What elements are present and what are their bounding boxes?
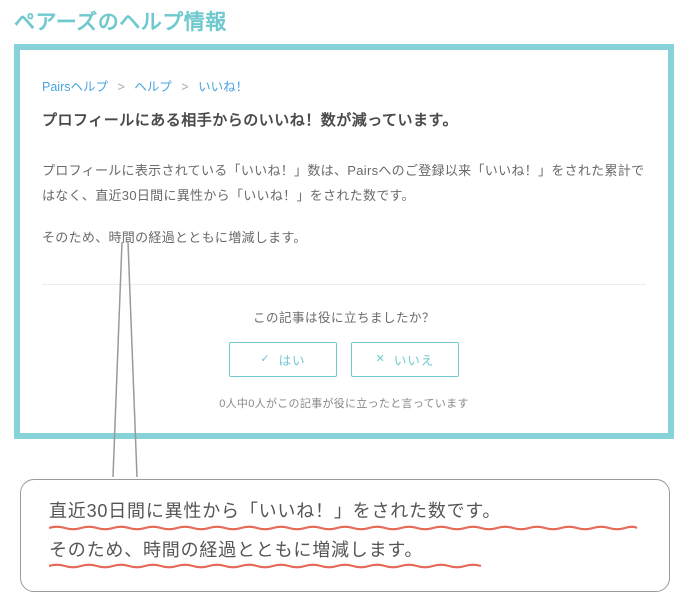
article-title: プロフィールにある相手からのいいね！数が減っています。 <box>42 109 646 130</box>
breadcrumb-root[interactable]: Pairsヘルプ <box>42 80 108 94</box>
breadcrumb-help[interactable]: ヘルプ <box>134 80 172 94</box>
feedback-buttons: ✓ はい ✕ いいえ <box>42 342 646 377</box>
article-body: プロフィールに表示されている「いいね！」数は、Pairsへのご登録以来「いいね！… <box>42 158 646 250</box>
yes-button[interactable]: ✓ はい <box>229 342 337 377</box>
feedback-section: この記事は役に立ちましたか？ ✓ はい ✕ いいえ 0人中0人がこの記事が役に立… <box>42 307 646 411</box>
callout-line-1: 直近30日間に異性から「いいね！」をされた数です。 <box>49 501 501 521</box>
page-title: ペアーズのヘルプ情報 <box>0 0 689 44</box>
divider <box>42 284 646 285</box>
no-button[interactable]: ✕ いいえ <box>351 342 459 377</box>
feedback-count: 0人中0人がこの記事が役に立ったと言っています <box>42 395 646 411</box>
breadcrumb-sep-icon: > <box>117 80 124 94</box>
underline-icon <box>49 525 651 529</box>
callout-bubble: 直近30日間に異性から「いいね！」をされた数です。 そのため、時間の経過とともに… <box>20 479 670 592</box>
feedback-question: この記事は役に立ちましたか？ <box>42 307 646 326</box>
help-box: Pairsヘルプ > ヘルプ > いいね！ プロフィールにある相手からのいいね！… <box>14 44 674 439</box>
check-icon: ✓ <box>260 354 270 365</box>
breadcrumb: Pairsヘルプ > ヘルプ > いいね！ <box>42 76 646 95</box>
article-paragraph: そのため、時間の経過とともに増減します。 <box>42 225 646 250</box>
callout-line-2: そのため、時間の経過とともに増減します。 <box>49 540 423 560</box>
article-paragraph: プロフィールに表示されている「いいね！」数は、Pairsへのご登録以来「いいね！… <box>42 158 646 209</box>
breadcrumb-iine[interactable]: いいね！ <box>198 80 248 94</box>
close-icon: ✕ <box>376 354 386 365</box>
yes-label: はい <box>279 350 306 369</box>
underline-icon <box>49 563 651 567</box>
breadcrumb-sep-icon: > <box>181 80 188 94</box>
no-label: いいえ <box>394 350 435 369</box>
